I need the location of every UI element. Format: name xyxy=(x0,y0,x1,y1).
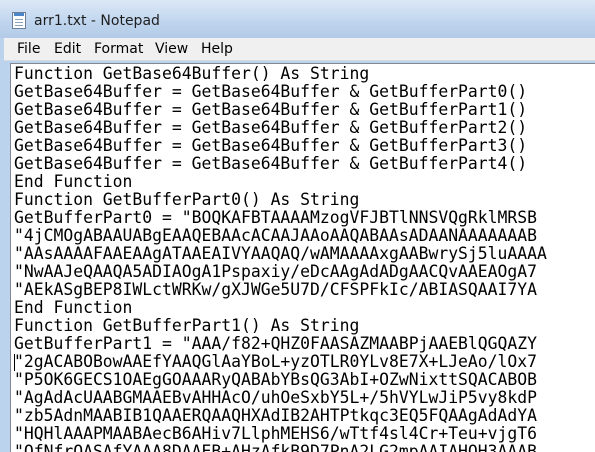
menu-format[interactable]: Format xyxy=(94,41,143,57)
editor-line: GetBase64Buffer = GetBase64Buffer & GetB… xyxy=(14,154,528,173)
menu-help[interactable]: Help xyxy=(201,41,233,57)
editor-line: "2gACABOBowAAEfYAAQGlAaYBoL+yzOTLR0YLv8E… xyxy=(14,352,538,371)
editor-line: "AgAdAcUAABGMAAEBvAHHAcO/uhOeSxbY5L+/5hV… xyxy=(14,388,538,407)
editor-line: "zb5AdnMAABIB1QAAERQAAQHXAdIB2AHTPtkqc3E… xyxy=(14,406,538,425)
window-title: arr1.txt - Notepad xyxy=(34,13,160,29)
editor-line: GetBufferPart1 = "AAA/f82+QHZ0FAASAZMAAB… xyxy=(14,334,538,353)
editor-line: "P5OK6GECS1OAEgGOAAARyQABAbYBsQG3AbI+OZw… xyxy=(14,370,538,389)
text-editor[interactable]: Function GetBase64Buffer() As String Get… xyxy=(10,63,595,452)
editor-line: End Function xyxy=(14,298,133,317)
editor-line: GetBase64Buffer = GetBase64Buffer & GetB… xyxy=(14,100,528,119)
editor-line: Function GetBufferPart0() As String xyxy=(14,190,360,209)
editor-line: "AAsAAAAFAAEAAgATAAEAIVYAAQAQ/wAMAAAAxgA… xyxy=(14,244,547,263)
editor-line: "4jCMOgABAAUABgEAAQEBAAcACAAJAAoAAQABAAs… xyxy=(14,226,538,245)
editor-line: GetBufferPart0 = "BOQKAFBTAAAAMzogVFJBTl… xyxy=(14,208,538,227)
editor-line: "OfNfrOASAfYAAA8DAAEB+AHzAfkB9D7PnA2LG2m… xyxy=(14,442,538,452)
editor-line: GetBase64Buffer = GetBase64Buffer & GetB… xyxy=(14,136,528,155)
notepad-window: arr1.txt - Notepad File Edit Format View… xyxy=(0,0,595,452)
text-caret xyxy=(14,354,15,371)
menu-view[interactable]: View xyxy=(155,41,188,57)
editor-line: Function GetBase64Buffer() As String xyxy=(14,64,370,83)
editor-line: Function GetBufferPart1() As String xyxy=(14,316,360,335)
editor-line: End Function xyxy=(14,172,133,191)
menu-bar: File Edit Format View Help xyxy=(4,38,595,61)
notepad-icon[interactable] xyxy=(12,12,26,29)
editor-line: "HQHlAAAPMAABAecB6AHiv7LlphMEHS6/wTtf4sl… xyxy=(14,424,538,443)
menu-file[interactable]: File xyxy=(17,41,40,57)
editor-line: "AEkASgBEP8IWLctWRKw/gXJWGe5U7D/CFSPFkIc… xyxy=(14,280,538,299)
editor-line: GetBase64Buffer = GetBase64Buffer & GetB… xyxy=(14,82,528,101)
menu-edit[interactable]: Edit xyxy=(54,41,81,57)
editor-line: "NwAAJeQAAQA5ADIAOgA1Pspaxiy/eDcAAgAdADg… xyxy=(14,262,538,281)
editor-line: GetBase64Buffer = GetBase64Buffer & GetB… xyxy=(14,118,528,137)
title-bar[interactable]: arr1.txt - Notepad xyxy=(0,0,595,38)
